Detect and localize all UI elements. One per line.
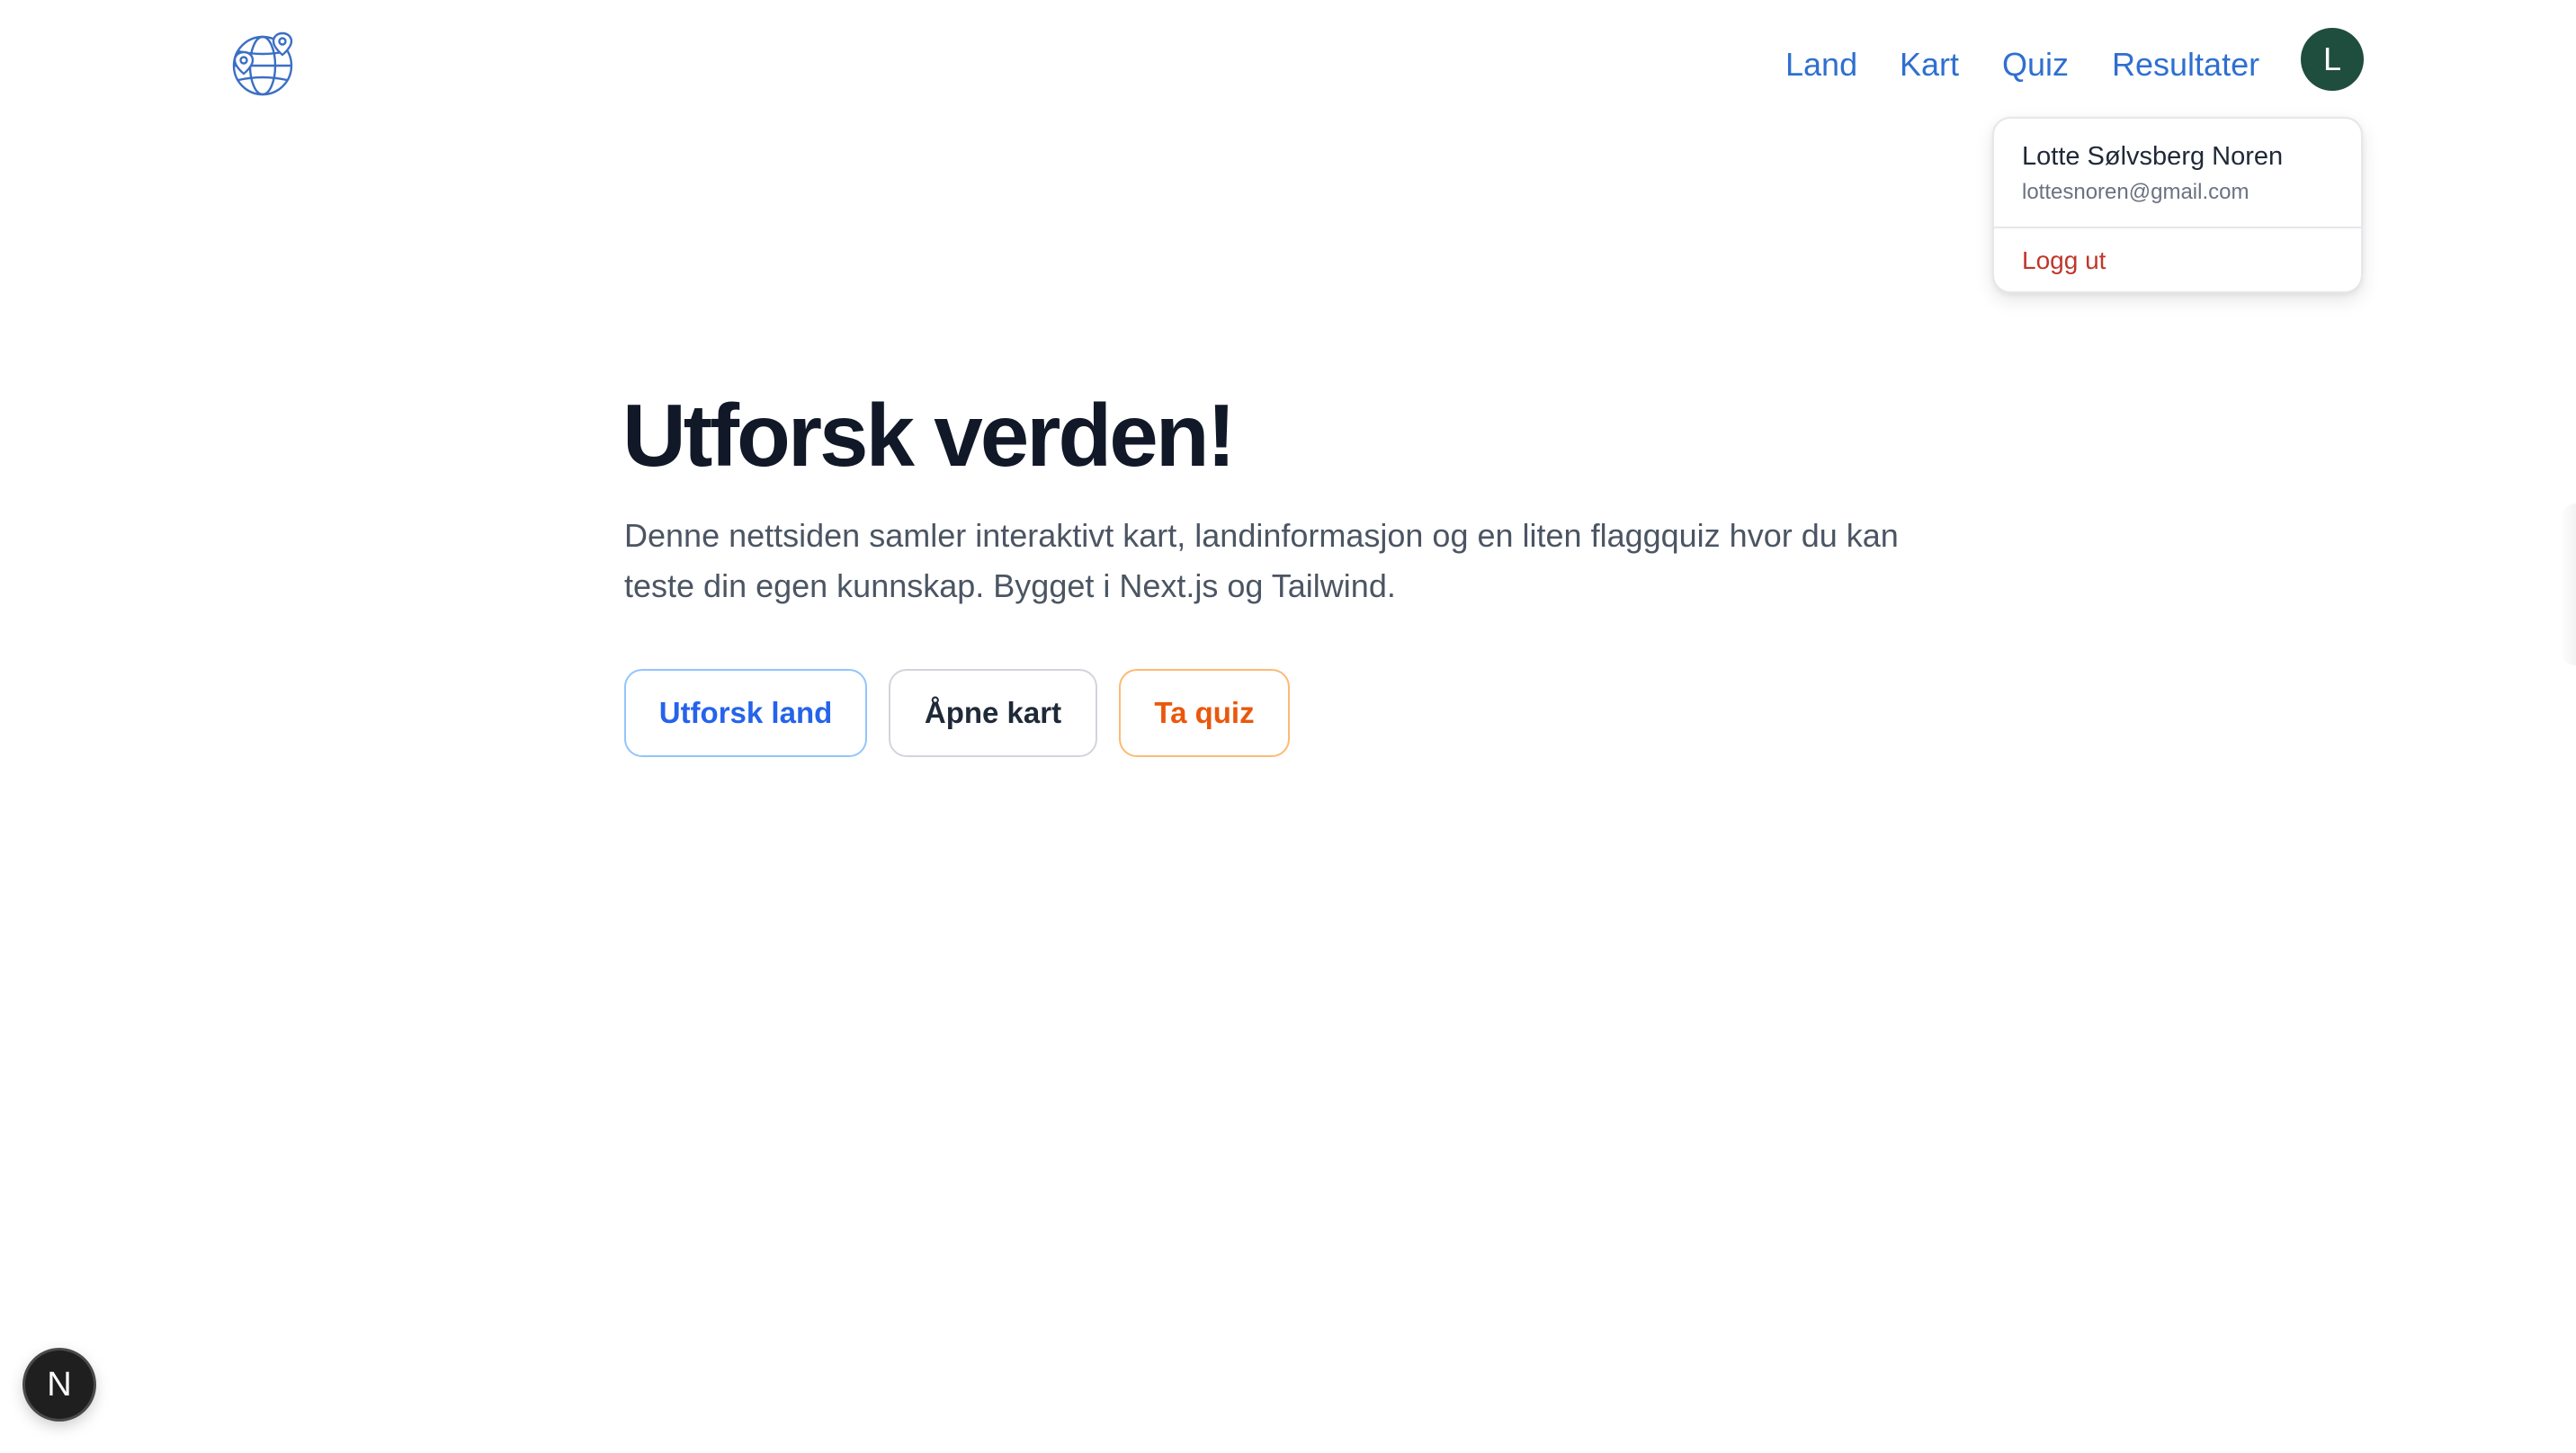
user-name: Lotte Sølvsberg Noren bbox=[2022, 142, 2284, 171]
nav-resultater[interactable]: Resultater bbox=[2112, 41, 2259, 88]
nav-kart[interactable]: Kart bbox=[1900, 41, 1959, 88]
user-email: lottesnoren@gmail.com bbox=[2022, 180, 2250, 204]
nav-quiz[interactable]: Quiz bbox=[2002, 41, 2069, 88]
globe-location-icon[interactable] bbox=[230, 29, 299, 97]
page-title: Utforsk verden! bbox=[622, 386, 1236, 485]
menu-divider bbox=[1994, 227, 2361, 228]
explore-countries-button[interactable]: Utforsk land bbox=[624, 669, 867, 757]
open-map-button[interactable]: Åpne kart bbox=[889, 669, 1097, 757]
hero-description: Denne nettsiden samler interaktivt kart,… bbox=[624, 517, 1899, 604]
user-menu-dropdown: Lotte Sølvsberg Noren lottesnoren@gmail.… bbox=[1992, 117, 2363, 293]
page: Land Kart Quiz Resultater L Lotte Sølvsb… bbox=[0, 0, 2576, 1453]
edge-shadow bbox=[2560, 504, 2576, 665]
user-avatar-button[interactable]: L bbox=[2301, 28, 2364, 91]
take-quiz-button[interactable]: Ta quiz bbox=[1119, 669, 1290, 757]
nav-land[interactable]: Land bbox=[1785, 41, 1857, 88]
logout-button[interactable]: Logg ut bbox=[2022, 246, 2106, 275]
nextjs-dev-indicator[interactable]: N bbox=[25, 1350, 94, 1419]
